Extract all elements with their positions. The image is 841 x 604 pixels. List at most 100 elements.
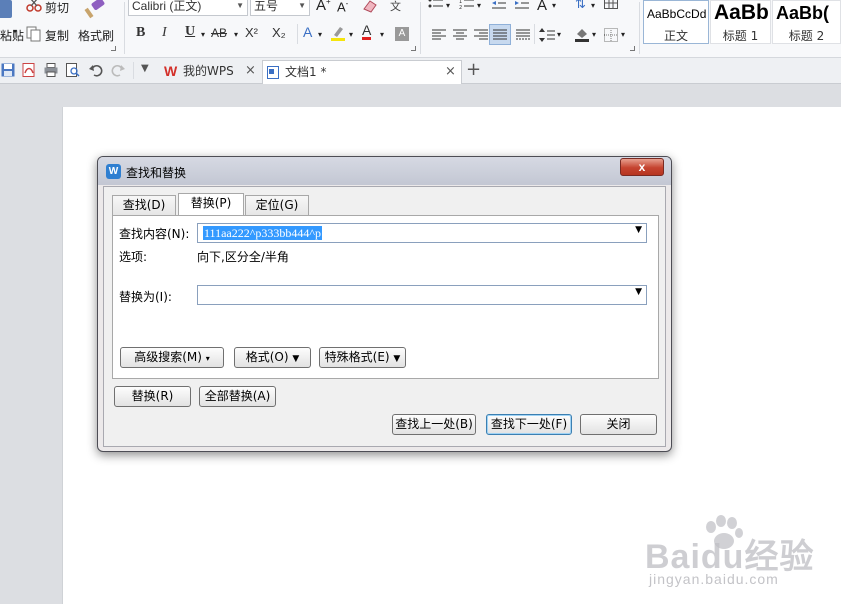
- tab-document-1[interactable]: 文档1 * ×: [262, 60, 462, 84]
- copy-icon[interactable]: [26, 26, 42, 42]
- style-heading-1[interactable]: AaBb 标题 1: [710, 0, 771, 44]
- font-group-launcher-icon[interactable]: [411, 46, 416, 51]
- tab-replace[interactable]: 替换(P): [178, 193, 244, 215]
- new-tab-icon[interactable]: +: [466, 59, 481, 80]
- quick-access-and-tabs: ▼ W 我的WPS × 文档1 * × +: [0, 58, 841, 84]
- undo-icon[interactable]: [89, 63, 103, 77]
- print-icon[interactable]: [44, 63, 58, 77]
- find-previous-button[interactable]: 查找上一处(B): [392, 414, 476, 435]
- font-color-button[interactable]: A: [362, 23, 372, 40]
- bullet-list-icon[interactable]: [428, 0, 444, 10]
- style-preview: AaBbCcDd: [647, 7, 707, 21]
- replace-with-input[interactable]: ▼: [197, 285, 647, 305]
- font-name-select[interactable]: Calibri (正文) ▼: [128, 0, 248, 16]
- cut-button[interactable]: 剪切: [45, 0, 69, 16]
- highlight-dropdown-icon[interactable]: ▾: [349, 30, 353, 39]
- advanced-search-button[interactable]: 高级搜索(M) ▾: [120, 347, 224, 368]
- document-icon: [267, 66, 279, 79]
- chevron-down-icon[interactable]: ▼: [635, 287, 642, 297]
- font-color-dropdown-icon[interactable]: ▾: [380, 30, 384, 39]
- line-spacing-dropdown-icon[interactable]: ▾: [557, 30, 561, 39]
- clipboard-group-launcher-icon[interactable]: [111, 46, 116, 51]
- replace-tab-panel: 查找内容(N): 111aa222^p333bb444^p ▼ 选项: 向下,区…: [112, 215, 659, 379]
- chinese-layout-icon[interactable]: A: [537, 0, 547, 14]
- chinese-layout-dropdown-icon[interactable]: ▾: [552, 1, 556, 10]
- align-center-icon[interactable]: [453, 29, 467, 41]
- font-size-select[interactable]: 五号 ▼: [250, 0, 310, 16]
- strike-dropdown-icon[interactable]: ▾: [234, 30, 238, 39]
- dialog-close-button[interactable]: x: [620, 158, 664, 176]
- numbering-dropdown-icon[interactable]: ▾: [477, 1, 481, 10]
- chevron-down-icon[interactable]: ▼: [635, 225, 642, 235]
- customize-quick-access-icon[interactable]: ▼: [141, 63, 149, 74]
- borders-dropdown-icon[interactable]: ▾: [621, 30, 625, 39]
- export-pdf-icon[interactable]: [22, 63, 36, 77]
- special-format-button[interactable]: 特殊格式(E) ▼: [319, 347, 406, 368]
- paste-dropdown-icon[interactable]: ▾: [13, 27, 17, 36]
- sort-icon[interactable]: ⇅: [575, 0, 586, 12]
- increase-indent-icon[interactable]: [514, 0, 530, 10]
- divider: [297, 24, 298, 44]
- strikethrough-button[interactable]: AB: [211, 26, 227, 40]
- paragraph-group-launcher-icon[interactable]: [630, 46, 635, 51]
- paste-icon[interactable]: [0, 0, 12, 18]
- subscript-button[interactable]: X₂: [272, 25, 286, 40]
- find-what-input[interactable]: 111aa222^p333bb444^p ▼: [197, 223, 647, 243]
- replace-with-label: 替换为(I):: [119, 290, 172, 304]
- print-preview-icon[interactable]: [66, 63, 80, 77]
- table-icon[interactable]: [604, 0, 618, 9]
- replace-all-button[interactable]: 全部替换(A): [199, 386, 276, 407]
- tab-find[interactable]: 查找(D): [112, 195, 176, 215]
- close-icon[interactable]: ×: [245, 60, 256, 82]
- shading-dropdown-icon[interactable]: ▾: [592, 30, 596, 39]
- format-painter-button[interactable]: 格式刷: [78, 27, 114, 44]
- dialog-body: 查找(D) 替换(P) 定位(G) 查找内容(N): 111aa222^p333…: [103, 186, 666, 447]
- distributed-icon[interactable]: [516, 29, 530, 41]
- text-effect-dropdown-icon[interactable]: ▾: [318, 30, 322, 39]
- style-preview: AaBb(: [776, 3, 829, 23]
- bold-button[interactable]: B: [136, 25, 145, 41]
- format-button[interactable]: 格式(O) ▼: [234, 347, 311, 368]
- chevron-down-icon: ▾: [205, 354, 210, 363]
- line-spacing-icon[interactable]: [539, 28, 555, 42]
- text-effect-button[interactable]: A: [303, 24, 312, 40]
- format-painter-icon[interactable]: [83, 0, 107, 20]
- sort-dropdown-icon[interactable]: ▾: [591, 1, 595, 10]
- char-shading-icon[interactable]: A: [395, 27, 409, 41]
- italic-button[interactable]: I: [162, 25, 167, 41]
- tab-my-wps[interactable]: W 我的WPS ×: [160, 60, 260, 84]
- wps-writer-icon: W: [106, 164, 121, 179]
- align-left-icon[interactable]: [432, 29, 446, 41]
- redo-icon[interactable]: [111, 63, 125, 77]
- paste-label[interactable]: 粘贴: [0, 27, 24, 44]
- underline-button[interactable]: U: [185, 24, 195, 40]
- grow-font-icon[interactable]: A+: [316, 0, 331, 14]
- shading-icon[interactable]: [574, 26, 590, 42]
- style-normal[interactable]: AaBbCcDd 正文: [643, 0, 709, 44]
- underline-dropdown-icon[interactable]: ▾: [201, 30, 205, 39]
- chevron-down-icon: ▼: [393, 354, 401, 364]
- scissors-icon[interactable]: [26, 0, 42, 12]
- superscript-button[interactable]: X²: [245, 25, 258, 40]
- find-next-button[interactable]: 查找下一处(F): [486, 414, 572, 435]
- phonetic-guide-icon[interactable]: 文: [390, 0, 401, 14]
- close-icon[interactable]: ×: [445, 61, 456, 83]
- dialog-titlebar[interactable]: W 查找和替换 x: [98, 157, 671, 185]
- replace-button[interactable]: 替换(R): [114, 386, 191, 407]
- copy-button[interactable]: 复制: [45, 27, 69, 44]
- save-icon[interactable]: [1, 63, 15, 77]
- divider: [420, 2, 421, 54]
- close-button[interactable]: 关闭: [580, 414, 657, 435]
- bullet-dropdown-icon[interactable]: ▾: [446, 1, 450, 10]
- clear-format-icon[interactable]: [362, 0, 378, 13]
- font-size-value: 五号: [254, 0, 279, 13]
- justify-icon: [493, 29, 507, 40]
- style-heading-2[interactable]: AaBb( 标题 2: [772, 0, 841, 44]
- align-right-icon[interactable]: [474, 29, 488, 41]
- shrink-font-icon[interactable]: A-: [337, 0, 348, 14]
- highlight-icon[interactable]: [330, 25, 346, 41]
- decrease-indent-icon[interactable]: [491, 0, 507, 10]
- borders-icon[interactable]: [604, 28, 618, 42]
- tab-goto[interactable]: 定位(G): [245, 195, 309, 215]
- numbered-list-icon[interactable]: 1 2: [459, 0, 475, 10]
